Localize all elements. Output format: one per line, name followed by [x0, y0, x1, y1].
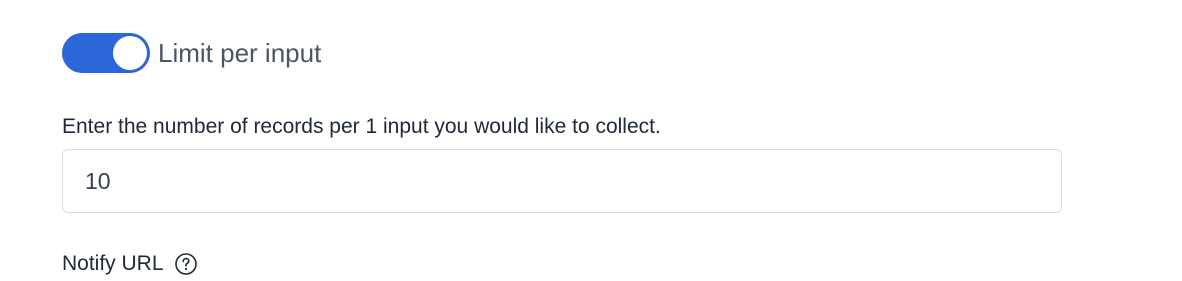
limit-per-input-toggle[interactable]	[62, 33, 150, 73]
limit-per-input-row: Limit per input	[62, 33, 321, 73]
limit-per-input-label: Limit per input	[158, 38, 322, 68]
notify-url-row: Notify URL	[62, 250, 198, 278]
records-per-input-field[interactable]	[62, 149, 1062, 213]
question-circle-icon[interactable]	[174, 252, 198, 276]
toggle-knob	[113, 36, 147, 70]
notify-url-label: Notify URL	[62, 252, 164, 275]
records-per-input-label: Enter the number of records per 1 input …	[62, 115, 661, 138]
